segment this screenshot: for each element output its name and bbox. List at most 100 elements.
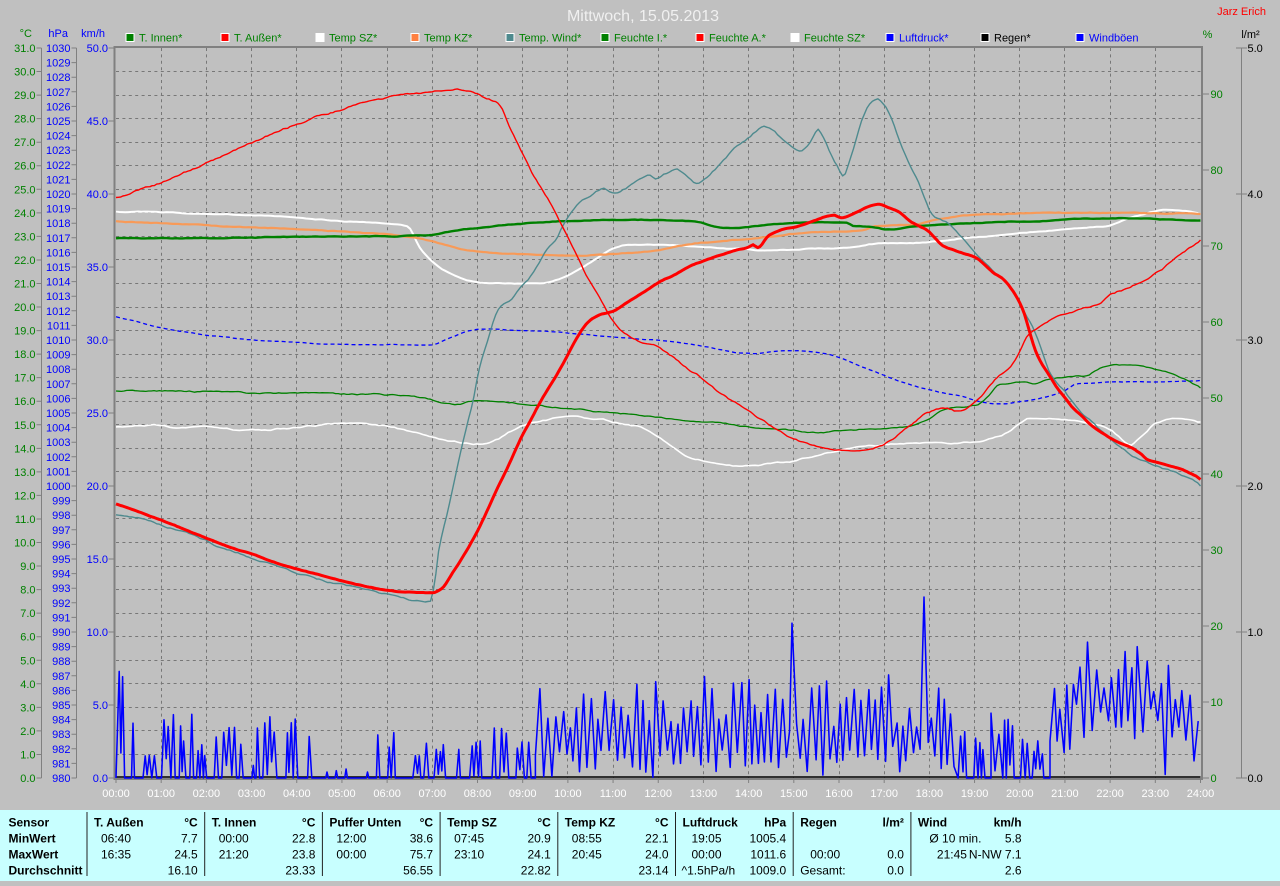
svg-text:°C: °C — [184, 816, 198, 830]
svg-text:980: 980 — [52, 773, 70, 785]
svg-text:°C: °C — [20, 28, 32, 40]
svg-text:1006: 1006 — [46, 393, 70, 405]
svg-text:1010: 1010 — [46, 335, 70, 347]
svg-text:24.0: 24.0 — [645, 848, 669, 862]
svg-text:10.0: 10.0 — [14, 538, 35, 550]
svg-text:990: 990 — [52, 627, 70, 639]
svg-text:21:45: 21:45 — [937, 848, 967, 862]
svg-text:11.0: 11.0 — [15, 514, 36, 526]
svg-text:4.0: 4.0 — [20, 679, 35, 691]
svg-text:1013: 1013 — [46, 291, 70, 303]
svg-text:00:00: 00:00 — [219, 832, 249, 846]
svg-text:Sensor: Sensor — [9, 816, 50, 830]
svg-text:1028: 1028 — [46, 72, 70, 84]
svg-text:1003: 1003 — [46, 437, 70, 449]
svg-text:°C: °C — [302, 816, 316, 830]
svg-text:4.0: 4.0 — [1248, 189, 1263, 201]
svg-text:1005: 1005 — [46, 408, 70, 420]
svg-text:996: 996 — [52, 539, 70, 551]
svg-text:6.0: 6.0 — [20, 632, 35, 644]
svg-text:1024: 1024 — [46, 131, 70, 143]
svg-text:14:00: 14:00 — [735, 788, 763, 800]
svg-text:22.82: 22.82 — [521, 864, 551, 878]
svg-text:07:45: 07:45 — [454, 832, 484, 846]
svg-text:23.8: 23.8 — [292, 848, 316, 862]
svg-text:24.1: 24.1 — [527, 848, 551, 862]
svg-text:991: 991 — [52, 612, 70, 624]
svg-text:19.0: 19.0 — [14, 326, 35, 338]
svg-text:22.8: 22.8 — [292, 832, 316, 846]
svg-text:18:00: 18:00 — [916, 788, 944, 800]
svg-text:08:00: 08:00 — [464, 788, 492, 800]
svg-text:24.0: 24.0 — [14, 208, 35, 220]
svg-text:1020: 1020 — [46, 189, 70, 201]
svg-text:23:10: 23:10 — [454, 848, 484, 862]
svg-text:Temp SZ: Temp SZ — [447, 816, 497, 830]
svg-text:8.0: 8.0 — [20, 585, 35, 597]
svg-text:20:00: 20:00 — [1006, 788, 1034, 800]
svg-text:23.33: 23.33 — [285, 864, 315, 878]
svg-text:21.0: 21.0 — [14, 279, 35, 291]
svg-text:hPa: hPa — [48, 28, 68, 40]
svg-text:Windböen: Windböen — [1089, 33, 1139, 45]
svg-text:16:00: 16:00 — [825, 788, 853, 800]
svg-text:75.7: 75.7 — [410, 848, 434, 862]
svg-text:12.0: 12.0 — [14, 490, 35, 502]
svg-text:00:00: 00:00 — [692, 848, 722, 862]
svg-text:25.0: 25.0 — [87, 408, 108, 420]
svg-text:Durchschnitt: Durchschnitt — [9, 864, 83, 878]
svg-text:5.0: 5.0 — [93, 700, 108, 712]
svg-text:997: 997 — [52, 525, 70, 537]
svg-text:09:00: 09:00 — [509, 788, 537, 800]
svg-text:12:00: 12:00 — [644, 788, 672, 800]
svg-text:°C: °C — [537, 816, 551, 830]
svg-text:00:00: 00:00 — [336, 848, 366, 862]
svg-text:40.0: 40.0 — [87, 189, 108, 201]
svg-text:0: 0 — [1211, 773, 1217, 785]
svg-text:1.0: 1.0 — [20, 750, 35, 762]
svg-text:38.6: 38.6 — [410, 832, 434, 846]
svg-text:Gesamt:: Gesamt: — [800, 864, 845, 878]
svg-text:983: 983 — [52, 729, 70, 741]
svg-text:20:45: 20:45 — [572, 848, 602, 862]
svg-text:^1.5hPa/h: ^1.5hPa/h — [682, 864, 736, 878]
svg-text:982: 982 — [52, 744, 70, 756]
svg-text:21:00: 21:00 — [1051, 788, 1079, 800]
svg-text:Mittwoch, 15.05.2013: Mittwoch, 15.05.2013 — [567, 8, 719, 25]
svg-text:1011: 1011 — [47, 320, 71, 332]
svg-text:29.0: 29.0 — [14, 90, 35, 102]
svg-text:1008: 1008 — [46, 364, 70, 376]
svg-text:30.0: 30.0 — [87, 335, 108, 347]
svg-text:11:00: 11:00 — [600, 788, 627, 800]
svg-text:16:35: 16:35 — [101, 848, 131, 862]
svg-text:21:20: 21:20 — [219, 848, 249, 862]
svg-text:1015: 1015 — [46, 262, 70, 274]
svg-text:20.9: 20.9 — [527, 832, 551, 846]
svg-text:90: 90 — [1211, 89, 1223, 101]
svg-text:28.0: 28.0 — [14, 114, 35, 126]
svg-text:40: 40 — [1211, 469, 1223, 481]
svg-text:1021: 1021 — [46, 174, 70, 186]
svg-text:23:00: 23:00 — [1142, 788, 1170, 800]
svg-text:7.7: 7.7 — [181, 832, 198, 846]
svg-text:992: 992 — [52, 598, 70, 610]
svg-text:1.0: 1.0 — [1248, 627, 1263, 639]
svg-text:1025: 1025 — [46, 116, 70, 128]
svg-text:17.0: 17.0 — [14, 373, 35, 385]
svg-text:km/h: km/h — [994, 816, 1022, 830]
svg-text:1002: 1002 — [46, 452, 70, 464]
svg-text:2.0: 2.0 — [20, 726, 35, 738]
svg-text:50.0: 50.0 — [87, 43, 108, 55]
svg-text:22:00: 22:00 — [1096, 788, 1124, 800]
svg-text:987: 987 — [52, 671, 70, 683]
svg-text:Regen*: Regen* — [994, 33, 1031, 45]
svg-text:00:00: 00:00 — [102, 788, 130, 800]
svg-text:998: 998 — [52, 510, 70, 522]
svg-text:Wind: Wind — [918, 816, 947, 830]
svg-text:19:05: 19:05 — [692, 832, 722, 846]
svg-text:22.1: 22.1 — [645, 832, 669, 846]
svg-text:T. Innen: T. Innen — [212, 816, 257, 830]
svg-text:°C: °C — [655, 816, 669, 830]
svg-text:16.10: 16.10 — [168, 864, 198, 878]
svg-text:km/h: km/h — [81, 28, 105, 40]
